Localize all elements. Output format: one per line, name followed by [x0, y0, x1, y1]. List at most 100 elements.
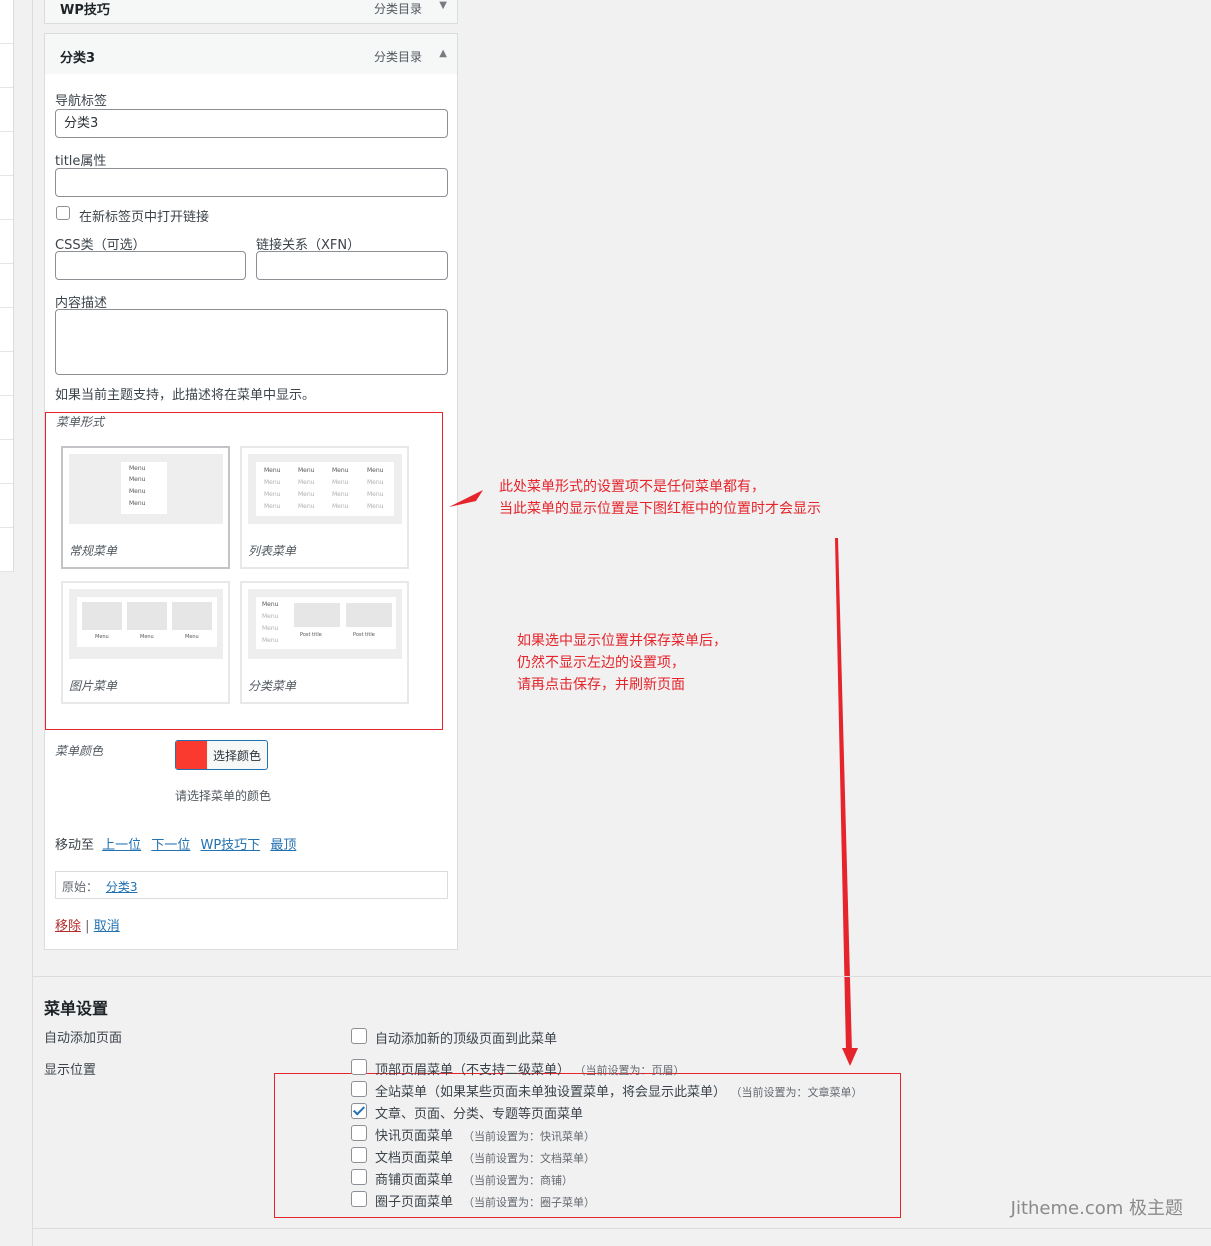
location-label-docs: 文档页面菜单 （当前设置为：文档菜单）: [375, 1147, 595, 1166]
menu-item-bar-prev[interactable]: WP技巧 分类目录 ▼: [44, 0, 458, 24]
menu-style-option-image[interactable]: Menu Menu Menu 图片菜单: [61, 581, 230, 704]
chevron-down-icon[interactable]: ▼: [439, 0, 447, 11]
title-attr-input[interactable]: [55, 168, 448, 197]
menu-style-option-category[interactable]: Menu Menu Menu Menu Post title Post titl…: [240, 581, 409, 704]
preview-text: Menu: [129, 465, 146, 472]
section-divider: [33, 976, 1211, 977]
note-line: 请再点击保存，并刷新页面: [517, 677, 685, 693]
preview-text: Menu: [129, 488, 146, 495]
category-preview: Menu Menu Menu Menu Post title Post titl…: [248, 589, 402, 659]
original-label: 原始：: [62, 880, 99, 894]
move-label: 移动至: [55, 838, 95, 853]
menu-item-bar-current[interactable]: 分类3 分类目录 ▲: [44, 33, 458, 75]
regular-preview: Menu Menu Menu Menu: [69, 454, 223, 524]
note-line: 此处菜单形式的设置项不是任何菜单都有，: [499, 479, 765, 495]
location-label-article: 文章、页面、分类、专题等页面菜单: [375, 1103, 583, 1122]
preview-text: Menu: [264, 491, 281, 498]
preview-text: Menu: [298, 467, 315, 474]
preview-text: Menu: [262, 625, 279, 632]
preview-text: Menu: [129, 500, 146, 507]
menu-item-title: WP技巧: [60, 3, 110, 18]
new-tab-checkbox[interactable]: [56, 206, 70, 220]
location-checkbox-shop[interactable]: [351, 1169, 367, 1185]
display-location-caption: 显示位置: [44, 1063, 97, 1078]
option-label: 图片菜单: [69, 679, 118, 693]
location-label-shop: 商铺页面菜单 （当前设置为：商铺）: [375, 1169, 573, 1188]
description-textarea[interactable]: [55, 309, 448, 375]
location-label-header: 顶部页眉菜单（不支持二级菜单） （当前设置为：页眉）: [375, 1059, 685, 1078]
option-label: 常规菜单: [69, 544, 118, 558]
move-under-link[interactable]: WP技巧下: [200, 838, 260, 853]
location-current: （当前设置为：文章菜单）: [736, 1086, 863, 1099]
cancel-link[interactable]: 取消: [94, 919, 120, 934]
move-up-link[interactable]: 上一位: [102, 838, 141, 853]
preview-text: Menu: [264, 479, 281, 486]
preview-text: Menu: [185, 634, 199, 640]
location-name: 全站菜单（如果某些页面未单独设置菜单，将会显示此菜单）: [375, 1085, 727, 1100]
location-checkbox-docs[interactable]: [351, 1147, 367, 1163]
location-checkbox-global[interactable]: [351, 1081, 367, 1097]
chevron-up-icon[interactable]: ▲: [439, 48, 447, 59]
menu-settings-heading: 菜单设置: [44, 999, 109, 1018]
auto-add-checkbox[interactable]: [351, 1028, 367, 1044]
menu-style-option-regular[interactable]: Menu Menu Menu Menu 常规菜单: [61, 446, 230, 569]
preview-text: Menu: [332, 467, 349, 474]
location-label-flash: 快讯页面菜单 （当前设置为：快讯菜单）: [375, 1125, 595, 1144]
css-class-input[interactable]: [55, 251, 246, 280]
location-name: 商铺页面菜单: [375, 1173, 454, 1188]
location-label-global: 全站菜单（如果某些页面未单独设置菜单，将会显示此菜单） （当前设置为：文章菜单）: [375, 1081, 863, 1100]
color-picker-button[interactable]: 选择颜色: [175, 740, 268, 770]
option-label: 分类菜单: [248, 679, 297, 693]
preview-text: Menu: [140, 634, 154, 640]
preview-text: Menu: [264, 503, 281, 510]
title-attr-caption: title属性: [55, 154, 107, 169]
column-divider: [32, 0, 33, 1246]
color-picker-label: 选择颜色: [213, 749, 262, 763]
auto-add-option-label: 自动添加新的顶级页面到此菜单: [375, 1032, 558, 1047]
remove-link[interactable]: 移除: [55, 919, 81, 934]
actions-separator: |: [85, 919, 90, 934]
menu-item-type: 分类目录: [373, 50, 422, 64]
location-current: （当前设置为：商铺）: [463, 1174, 574, 1187]
color-swatch: [176, 741, 207, 769]
preview-text: Menu: [332, 491, 349, 498]
annotation-note-1: 此处菜单形式的设置项不是任何菜单都有， 当此菜单的显示位置是下图红框中的位置时才…: [499, 476, 821, 520]
preview-text: Menu: [262, 637, 279, 644]
preview-text: Post title: [353, 632, 375, 638]
new-tab-caption: 在新标签页中打开链接: [79, 210, 210, 225]
location-checkbox-header[interactable]: [351, 1059, 367, 1075]
location-name: 顶部页眉菜单（不支持二级菜单）: [375, 1063, 571, 1078]
location-name: 文档页面菜单: [375, 1151, 454, 1166]
location-label-circle: 圈子页面菜单 （当前设置为：圈子菜单）: [375, 1191, 595, 1210]
move-top-link[interactable]: 最顶: [270, 838, 296, 853]
list-preview: Menu Menu Menu Menu Menu Menu Menu Menu …: [248, 454, 402, 524]
menu-style-option-list[interactable]: Menu Menu Menu Menu Menu Menu Menu Menu …: [240, 446, 409, 569]
down-arrow-icon: [842, 1048, 858, 1066]
preview-text: Menu: [298, 479, 315, 486]
annotation-note-2: 如果选中显示位置并保存菜单后， 仍然不显示左边的设置项， 请再点击保存，并刷新页…: [517, 630, 727, 696]
menu-color-hint: 请选择菜单的颜色: [175, 789, 272, 803]
original-link[interactable]: 分类3: [106, 880, 138, 894]
image-preview: Menu Menu Menu: [69, 589, 223, 659]
auto-add-caption: 自动添加页面: [44, 1031, 123, 1046]
location-checkbox-article[interactable]: [351, 1103, 367, 1119]
note-line: 如果选中显示位置并保存菜单后，: [517, 633, 727, 649]
move-down-link[interactable]: 下一位: [151, 838, 190, 853]
nav-label-caption: 导航标签: [55, 94, 108, 109]
preview-text: Menu: [262, 613, 279, 620]
location-checkbox-flash[interactable]: [351, 1125, 367, 1141]
location-name: 快讯页面菜单: [375, 1129, 454, 1144]
nav-label-input[interactable]: 分类3: [55, 109, 448, 138]
menu-color-caption: 菜单颜色: [55, 744, 104, 758]
preview-text: Menu: [129, 476, 146, 483]
location-checkbox-circle[interactable]: [351, 1191, 367, 1207]
menu-style-caption: 菜单形式: [56, 415, 105, 429]
location-current: （当前设置为：圈子菜单）: [463, 1196, 596, 1209]
location-current: （当前设置为：文档菜单）: [463, 1152, 596, 1165]
preview-text: Menu: [95, 634, 109, 640]
description-hint: 如果当前主题支持，此描述将在菜单中显示。: [55, 388, 316, 403]
left-sidebar-edge: [0, 0, 14, 572]
preview-text: Menu: [264, 467, 281, 474]
xfn-input[interactable]: [256, 251, 448, 280]
note-line: 当此菜单的显示位置是下图红框中的位置时才会显示: [499, 501, 821, 517]
